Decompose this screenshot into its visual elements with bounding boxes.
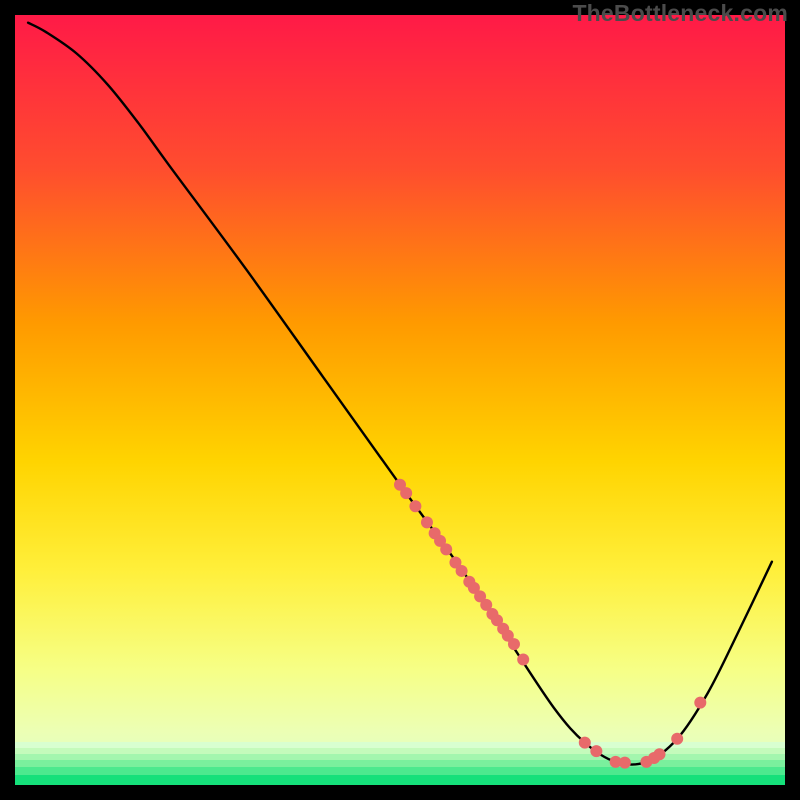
green-band [15, 760, 785, 767]
curve-marker-dot [421, 516, 433, 528]
bottom-green-bands [15, 742, 785, 785]
curve-marker-dot [590, 745, 602, 757]
curve-marker-dot [508, 638, 520, 650]
curve-marker-dot [653, 748, 665, 760]
curve-marker-dot [456, 565, 468, 577]
chart-svg [15, 15, 785, 785]
curve-marker-dot [409, 500, 421, 512]
curve-marker-dot [694, 697, 706, 709]
curve-marker-dot [671, 733, 683, 745]
green-band [15, 775, 785, 785]
chart-stage: TheBottleneck.com [0, 0, 800, 800]
green-band [15, 767, 785, 775]
curve-marker-dot [400, 487, 412, 499]
gradient-background [15, 15, 785, 785]
green-band [15, 748, 785, 754]
watermark-text: TheBottleneck.com [572, 0, 788, 27]
green-band [15, 754, 785, 760]
curve-marker-dot [440, 543, 452, 555]
curve-marker-dot [619, 757, 631, 769]
plot-area [15, 15, 785, 785]
curve-marker-dot [517, 653, 529, 665]
curve-marker-dot [579, 737, 591, 749]
